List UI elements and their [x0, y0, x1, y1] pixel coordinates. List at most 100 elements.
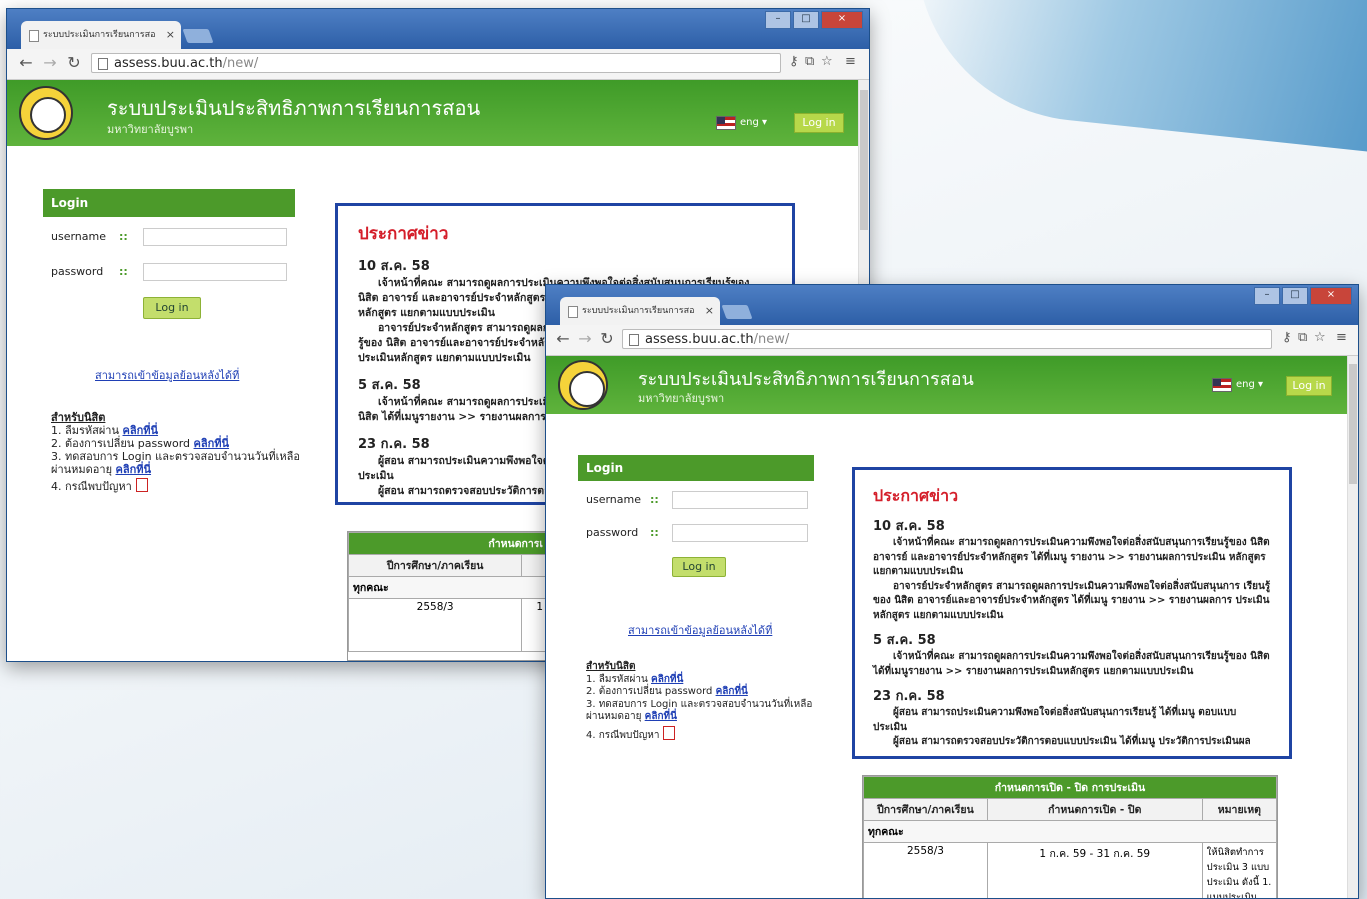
- help-item-1: 1. ลืมรหัสผ่าน: [586, 673, 648, 685]
- maximize-button[interactable]: □: [1282, 287, 1308, 305]
- address-host: assess.buu.ac.th: [645, 332, 754, 347]
- tab-title: ระบบประเมินการเรียนการสอ: [582, 306, 695, 316]
- login-panel: Login: [43, 189, 295, 217]
- term-cell: 2558/3: [863, 842, 988, 898]
- password-separator: ::: [119, 265, 128, 278]
- close-window-button[interactable]: ×: [821, 11, 863, 29]
- title-bar: ระบบประเมินการเรียนการสอ × – □ ×: [7, 9, 869, 49]
- tab-close-icon[interactable]: ×: [705, 297, 714, 325]
- column-header: กำหนดการเปิด - ปิด: [986, 798, 1203, 821]
- star-icon[interactable]: ☆: [1314, 330, 1326, 345]
- schedule-caption: กำหนดการเ: [348, 532, 548, 555]
- student-help-title: สำหรับนิสิต: [586, 661, 636, 672]
- username-label: username: [51, 230, 106, 243]
- maximize-button[interactable]: □: [793, 11, 819, 29]
- menu-icon[interactable]: ≡: [845, 54, 856, 69]
- schedule-table: กำหนดการเ ปีการศึกษา/ภาคเรียน ทุกคณะ 255…: [347, 531, 549, 661]
- scrollbar-thumb[interactable]: [1349, 364, 1357, 484]
- click-here-link[interactable]: คลิกที่นี่: [116, 463, 152, 476]
- pdf-icon[interactable]: [663, 725, 676, 740]
- scrollbar-thumb[interactable]: [860, 90, 868, 230]
- password-input[interactable]: [143, 263, 287, 281]
- header-login-button[interactable]: Log in: [794, 113, 844, 133]
- news-title: ประกาศข่าว: [873, 486, 959, 505]
- page-icon: [629, 334, 639, 346]
- password-label: password: [51, 265, 104, 278]
- translate-icon[interactable]: ⧉: [1298, 330, 1307, 345]
- new-tab-button[interactable]: [721, 305, 753, 319]
- history-link[interactable]: สามารถเข้าข้อมูลย้อนหลังได้ที่: [95, 366, 239, 384]
- us-flag-icon[interactable]: [716, 116, 736, 130]
- address-path: /new/: [222, 56, 259, 71]
- header-login-button[interactable]: Log in: [1286, 376, 1332, 396]
- title-bar: ระบบประเมินการเรียนการสอ × – □ ×: [546, 285, 1358, 325]
- schedule-table: กำหนดการเปิด - ปิด การประเมิน ปีการศึกษา…: [862, 775, 1278, 898]
- password-input[interactable]: [672, 524, 808, 542]
- student-help-title: สำหรับนิสิต: [51, 411, 106, 424]
- username-input[interactable]: [143, 228, 287, 246]
- news-text: เจ้าหน้าที่คณะ สามารถดูผลการประเมินความพ…: [873, 537, 1270, 577]
- minimize-button[interactable]: –: [765, 11, 791, 29]
- column-header: หมายเหตุ: [1201, 798, 1277, 821]
- star-icon[interactable]: ☆: [821, 54, 833, 69]
- username-label: username: [586, 493, 641, 506]
- news-date: 10 ส.ค. 58: [873, 519, 945, 534]
- click-here-link[interactable]: คลิกที่นี่: [645, 711, 677, 722]
- pdf-icon[interactable]: [135, 478, 148, 492]
- language-select[interactable]: eng ▾: [740, 117, 767, 128]
- click-here-link[interactable]: คลิกที่นี่: [716, 686, 748, 697]
- close-window-button[interactable]: ×: [1310, 287, 1352, 305]
- schedule-caption: กำหนดการเปิด - ปิด การประเมิน: [863, 776, 1277, 799]
- address-path: /new/: [753, 332, 790, 347]
- key-icon[interactable]: ⚷: [1282, 330, 1292, 345]
- help-item-1: 1. ลืมรหัสผ่าน: [51, 424, 119, 437]
- address-bar[interactable]: assess.buu.ac.th/new/: [91, 53, 781, 73]
- news-date: 10 ส.ค. 58: [358, 259, 430, 274]
- minimize-button[interactable]: –: [1254, 287, 1280, 305]
- help-item-2: 2. ต้องการเปลี่ยน password: [51, 437, 191, 450]
- click-here-link[interactable]: คลิกที่นี่: [123, 424, 159, 437]
- page-icon: [29, 30, 39, 42]
- username-separator: ::: [119, 230, 128, 243]
- back-arrow-icon[interactable]: ←: [554, 329, 572, 348]
- faculty-group: ทุกคณะ: [863, 820, 1277, 843]
- history-link[interactable]: สามารถเข้าข้อมูลย้อนหลังได้ที่: [628, 621, 772, 639]
- reload-icon[interactable]: ↻: [598, 329, 616, 348]
- browser-toolbar: ← → ↻ assess.buu.ac.th/new/ ⚷ ⧉ ☆ ≡: [7, 49, 869, 80]
- forward-arrow-icon[interactable]: →: [576, 329, 594, 348]
- tab-title: ระบบประเมินการเรียนการสอ: [43, 30, 156, 40]
- key-icon[interactable]: ⚷: [789, 54, 799, 69]
- login-heading: Login: [43, 189, 295, 217]
- reload-icon[interactable]: ↻: [65, 53, 83, 72]
- new-tab-button[interactable]: [182, 29, 214, 43]
- period-cell: 1: [521, 598, 548, 652]
- username-separator: ::: [650, 493, 659, 506]
- browser-tab[interactable]: ระบบประเมินการเรียนการสอ ×: [21, 21, 181, 49]
- news-text: ผู้สอน สามารถตรวจสอบประวัติการตอบแบบประเ…: [893, 736, 1251, 747]
- language-select[interactable]: eng ▾: [1236, 379, 1263, 390]
- news-date: 5 ส.ค. 58: [873, 633, 936, 648]
- background-swoosh: [899, 0, 1367, 157]
- site-header: ระบบประเมินประสิทธิภาพการเรียนการสอน มหา…: [7, 80, 869, 146]
- click-here-link[interactable]: คลิกที่นี่: [651, 674, 683, 685]
- password-separator: ::: [650, 526, 659, 539]
- menu-icon[interactable]: ≡: [1336, 330, 1347, 345]
- period-cell: 1 ก.ค. 59 - 31 ก.ค. 59: [986, 842, 1203, 898]
- forward-arrow-icon[interactable]: →: [41, 53, 59, 72]
- login-button[interactable]: Log in: [143, 297, 201, 319]
- back-arrow-icon[interactable]: ←: [17, 53, 35, 72]
- scrollbar[interactable]: [1347, 356, 1358, 898]
- click-here-link[interactable]: คลิกที่นี่: [194, 437, 230, 450]
- help-item-2: 2. ต้องการเปลี่ยน password: [586, 686, 713, 697]
- browser-tab[interactable]: ระบบประเมินการเรียนการสอ ×: [560, 297, 720, 325]
- window-controls: – □ ×: [1254, 287, 1352, 305]
- address-bar[interactable]: assess.buu.ac.th/new/: [622, 329, 1272, 349]
- help-item-4: 4. กรณีพบปัญหา: [51, 480, 132, 493]
- us-flag-icon[interactable]: [1212, 378, 1232, 392]
- tab-close-icon[interactable]: ×: [166, 21, 175, 49]
- site-subtitle: มหาวิทยาลัยบูรพา: [107, 123, 194, 136]
- username-input[interactable]: [672, 491, 808, 509]
- news-text: อาจารย์ประจำหลักสูตร สามารถดูผลการประเมิ…: [873, 580, 1271, 621]
- login-button[interactable]: Log in: [672, 557, 726, 577]
- translate-icon[interactable]: ⧉: [805, 54, 814, 69]
